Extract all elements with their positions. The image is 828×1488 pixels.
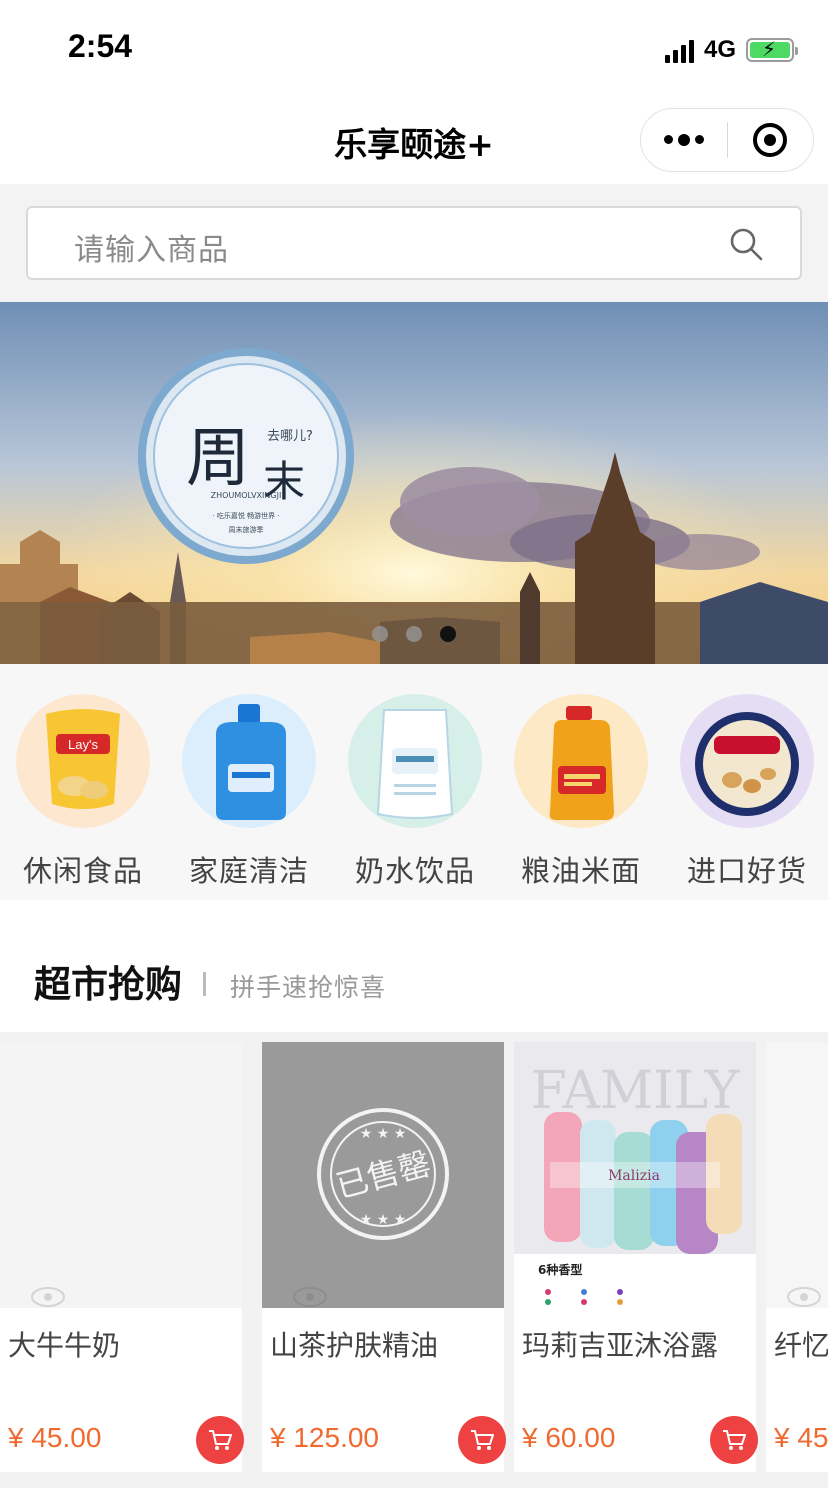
cart-icon: [723, 1430, 746, 1450]
product-image-scent-text: 6种香型: [538, 1262, 582, 1277]
status-time: 2:54: [68, 28, 133, 64]
banner-badge-line1: · 吃乐嘉悦 畅游世界 ·: [212, 511, 279, 520]
product-price: ¥ 60.00: [522, 1422, 616, 1453]
miniprogram-capsule: [640, 108, 814, 172]
product-image: [766, 1042, 828, 1308]
close-miniprogram-icon[interactable]: [728, 123, 814, 157]
banner-badge-question: 去哪儿?: [267, 429, 313, 444]
product-name: 纤忆: [774, 1329, 828, 1362]
search-placeholder: 请输入商品: [74, 233, 229, 268]
banner-carousel[interactable]: 周 末 去哪儿? ZHOUMOLVXINGJI · 吃乐嘉悦 畅游世界 · 周末…: [0, 302, 828, 664]
banner-dot-active[interactable]: [440, 626, 456, 642]
search-icon[interactable]: [728, 226, 764, 262]
category-item-grain-oil[interactable]: 粮油米面: [506, 694, 656, 890]
category-item-imports[interactable]: 进口好货: [672, 694, 822, 890]
section-divider: [203, 972, 206, 996]
svg-text:★ ★ ★: ★ ★ ★: [360, 1212, 407, 1228]
network-label: 4G: [703, 36, 736, 63]
product-name: 大牛牛奶: [8, 1329, 121, 1362]
product-list[interactable]: 大牛牛奶 ¥ 45.00 已售罄 ★ ★ ★ ★ ★ ★ 山茶护肤精油 ¥ 12…: [0, 1032, 828, 1488]
sold-out-stamp-icon: 已售罄 ★ ★ ★ ★ ★ ★: [317, 1108, 449, 1240]
eye-icon: [787, 1287, 821, 1307]
nav-bar: 乐享颐途+: [0, 96, 828, 184]
battery-icon: ⚡: [746, 37, 798, 62]
product-card[interactable]: 大牛牛奶 ¥ 45.00: [0, 1042, 244, 1472]
eye-icon: [293, 1287, 327, 1307]
status-bar: 2:54 4G ⚡: [0, 0, 828, 96]
product-card[interactable]: 纤忆 ¥ 45: [766, 1042, 828, 1472]
product-card[interactable]: FAMILY Malizia 6种香型 玛莉吉亚沐浴露 ¥ 60.00: [514, 1042, 758, 1472]
product-name: 玛莉吉亚沐浴露: [522, 1329, 719, 1362]
category-nav: Lay's 休闲食品 家庭清洁 奶水饮品 粮油米面 进口好货: [0, 664, 828, 900]
banner-badge-char-left: 周: [186, 422, 250, 496]
snack-chips-icon: Lay's: [16, 694, 150, 828]
milk-pack-icon: [348, 694, 482, 828]
search-section: 请输入商品: [0, 184, 828, 302]
status-indicators: 4G ⚡: [664, 36, 798, 64]
category-label: 奶水饮品: [354, 854, 475, 888]
cookie-tin-icon: [680, 694, 814, 828]
banner-dot[interactable]: [406, 626, 422, 642]
sold-out-label: 已售罄: [332, 1144, 435, 1206]
detergent-bottle-icon: [182, 694, 316, 828]
section-title: 超市抢购: [34, 963, 182, 1006]
category-label: 进口好货: [686, 854, 807, 888]
category-label: 粮油米面: [520, 854, 641, 888]
svg-text:Lay's: Lay's: [68, 737, 98, 752]
category-item-snacks[interactable]: Lay's 休闲食品: [8, 694, 158, 890]
product-price: ¥ 45: [774, 1422, 828, 1453]
banner-dot[interactable]: [372, 626, 388, 642]
banner-badge-pinyin: ZHOUMOLVXINGJI: [211, 491, 282, 500]
product-image: [0, 1042, 242, 1308]
banner-image: 周 末 去哪儿? ZHOUMOLVXINGJI · 吃乐嘉悦 畅游世界 · 周末…: [0, 302, 828, 664]
add-to-cart-button[interactable]: [710, 1416, 758, 1464]
section-subtitle: 拼手速抢惊喜: [230, 973, 387, 1002]
cart-icon: [471, 1430, 494, 1450]
add-to-cart-button[interactable]: [458, 1416, 506, 1464]
category-item-cleaning[interactable]: 家庭清洁: [174, 694, 324, 890]
product-image: FAMILY Malizia 6种香型: [514, 1042, 756, 1308]
oil-bottle-icon: [514, 694, 648, 828]
product-card[interactable]: 已售罄 ★ ★ ★ ★ ★ ★ 山茶护肤精油 ¥ 125.00: [262, 1042, 506, 1472]
product-image-brand: Malizia: [608, 1168, 660, 1184]
category-item-drinks[interactable]: 奶水饮品: [340, 694, 490, 890]
banner-badge-line2: 周末旅游季: [229, 525, 264, 534]
product-price: ¥ 125.00: [270, 1422, 379, 1453]
category-label: 家庭清洁: [188, 854, 309, 888]
banner-indicator[interactable]: [372, 626, 456, 642]
cart-icon: [209, 1430, 232, 1450]
svg-text:★ ★ ★: ★ ★ ★: [360, 1126, 407, 1142]
category-label: 休闲食品: [22, 854, 143, 888]
search-input[interactable]: 请输入商品: [26, 206, 802, 280]
flash-sale-header: 超市抢购: [0, 900, 828, 1032]
product-image: 已售罄 ★ ★ ★ ★ ★ ★: [262, 1042, 504, 1308]
more-icon[interactable]: [641, 133, 727, 146]
eye-icon: [31, 1287, 65, 1307]
product-price: ¥ 45.00: [8, 1422, 102, 1453]
add-to-cart-button[interactable]: [196, 1416, 244, 1464]
signal-icon: [664, 37, 694, 63]
product-name: 山茶护肤精油: [270, 1329, 439, 1362]
